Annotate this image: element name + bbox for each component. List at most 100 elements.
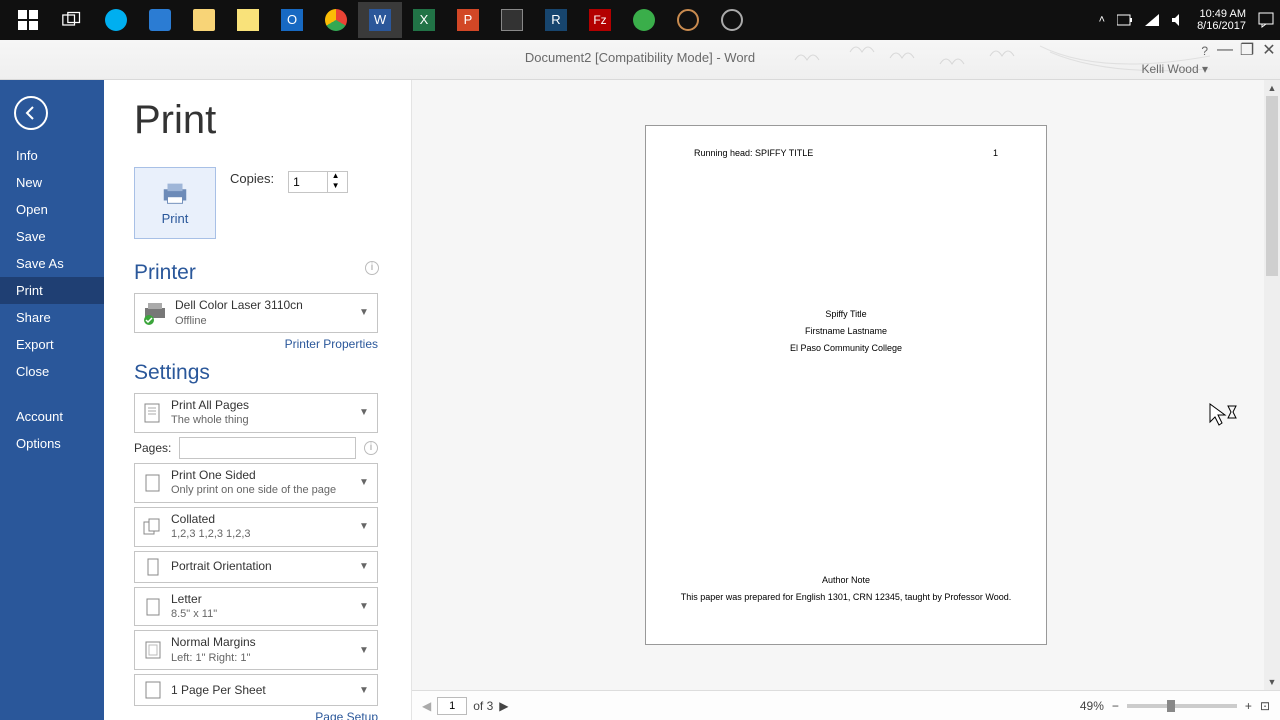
arrow-left-icon [23,105,39,121]
nav-save[interactable]: Save [0,223,104,250]
paper-icon [141,595,165,619]
pages-per-sheet-select[interactable]: 1 Page Per Sheet ▼ [134,674,378,706]
page-number: 1 [993,148,998,158]
app-obs[interactable] [710,2,754,38]
taskbar: O W X P R Fz ˄ 10:49 AM 8/16/2017 [0,0,1280,40]
printer-status-icon [141,299,169,327]
sheet-icon [141,678,165,702]
pages-hint-icon[interactable]: i [364,441,378,455]
app-word[interactable]: W [358,2,402,38]
printer-select[interactable]: Dell Color Laser 3110cn Offline ▼ [134,293,378,333]
page-total: of 3 [473,699,493,713]
nav-share[interactable]: Share [0,304,104,331]
pages-input[interactable] [179,437,356,459]
app-dreamweaver[interactable] [622,2,666,38]
doc-author: Firstname Lastname [646,323,1046,340]
collate-icon [141,515,165,539]
print-button[interactable]: Print [134,167,216,239]
scroll-up-icon[interactable]: ▲ [1264,80,1280,96]
app-notes[interactable] [226,2,270,38]
printer-info-icon[interactable]: i [365,261,379,275]
start-button[interactable] [6,2,50,38]
portrait-icon [141,555,165,579]
app-ie[interactable] [138,2,182,38]
nav-close[interactable]: Close [0,358,104,385]
printer-name: Dell Color Laser 3110cn [175,298,359,314]
pages-label: Pages: [134,441,171,455]
nav-open[interactable]: Open [0,196,104,223]
clock[interactable]: 10:49 AM 8/16/2017 [1197,8,1246,32]
author-note-body: This paper was prepared for English 1301… [646,589,1046,606]
user-menu[interactable]: Kelli Wood ▾ [1142,62,1209,76]
sides-select[interactable]: Print One SidedOnly print on one side of… [134,463,378,503]
printer-properties-link[interactable]: Printer Properties [134,337,378,351]
scroll-down-icon[interactable]: ▼ [1264,674,1280,690]
copies-stepper[interactable]: ▲▼ [288,171,348,193]
system-tray: ˄ 10:49 AM 8/16/2017 [1099,8,1274,32]
preview-footer: ◀ of 3 ▶ 49% − + ⊡ [412,690,1280,720]
paper-size-select[interactable]: Letter8.5" x 11" ▼ [134,587,378,627]
app-chrome[interactable] [314,2,358,38]
zoom-out-button[interactable]: − [1112,699,1119,713]
task-view-button[interactable] [50,2,94,38]
app-filezilla[interactable]: Fz [578,2,622,38]
backstage-sidebar: Info New Open Save Save As Print Share E… [0,80,104,720]
page-preview: Running head: SPIFFY TITLE 1 Spiffy Titl… [645,125,1047,645]
next-page-button[interactable]: ▶ [499,699,508,713]
pages-icon [141,401,165,425]
nav-account[interactable]: Account [0,403,104,430]
app-excel[interactable]: X [402,2,446,38]
chevron-down-icon: ▼ [359,601,371,612]
nav-info[interactable]: Info [0,142,104,169]
nav-print[interactable]: Print [0,277,104,304]
app-paint[interactable] [666,2,710,38]
prev-page-button[interactable]: ◀ [422,699,431,713]
app-explorer[interactable] [182,2,226,38]
network-icon[interactable] [1145,14,1159,26]
chevron-down-icon: ▼ [359,645,371,656]
chevron-down-icon: ▼ [359,477,371,488]
chevron-down-icon: ▼ [359,521,371,532]
copies-down[interactable]: ▼ [327,182,343,192]
title-bar: Document2 [Compatibility Mode] - Word ? … [0,40,1280,80]
app-calc[interactable] [490,2,534,38]
nav-options[interactable]: Options [0,430,104,457]
restore-button[interactable]: ❐ [1238,42,1256,58]
settings-heading: Settings [134,361,411,385]
task-view-icon [62,10,82,30]
margins-icon [141,638,165,662]
copies-input[interactable] [289,173,327,191]
page-setup-link[interactable]: Page Setup [134,710,378,720]
app-powerpoint[interactable]: P [446,2,490,38]
scroll-thumb[interactable] [1266,96,1278,276]
app-outlook[interactable]: O [270,2,314,38]
print-button-label: Print [162,211,189,226]
windows-icon [18,10,38,30]
zoom-percent: 49% [1080,699,1104,713]
margins-select[interactable]: Normal MarginsLeft: 1" Right: 1" ▼ [134,630,378,670]
battery-icon[interactable] [1117,14,1133,26]
nav-new[interactable]: New [0,169,104,196]
nav-export[interactable]: Export [0,331,104,358]
window-title: Document2 [Compatibility Mode] - Word [525,50,755,65]
zoom-in-button[interactable]: + [1245,699,1252,713]
orientation-select[interactable]: Portrait Orientation ▼ [134,551,378,583]
collate-select[interactable]: Collated1,2,3 1,2,3 1,2,3 ▼ [134,507,378,547]
print-range-select[interactable]: Print All PagesThe whole thing ▼ [134,393,378,433]
back-button[interactable] [14,96,48,130]
zoom-slider[interactable] [1127,704,1237,708]
minimize-button[interactable]: — [1216,42,1234,58]
app-skype[interactable] [94,2,138,38]
page-input[interactable] [437,697,467,715]
zoom-fit-icon[interactable]: ⊡ [1260,699,1270,713]
doc-title: Spiffy Title [646,306,1046,323]
help-icon[interactable]: ? [1201,44,1208,58]
action-center-icon[interactable] [1258,12,1274,28]
printer-status: Offline [175,314,359,328]
preview-scrollbar[interactable]: ▲ ▼ [1264,80,1280,690]
tray-chevron-icon[interactable]: ˄ [1099,14,1105,26]
nav-save-as[interactable]: Save As [0,250,104,277]
app-revit[interactable]: R [534,2,578,38]
volume-icon[interactable] [1171,13,1185,27]
close-button[interactable]: ✕ [1260,42,1278,58]
